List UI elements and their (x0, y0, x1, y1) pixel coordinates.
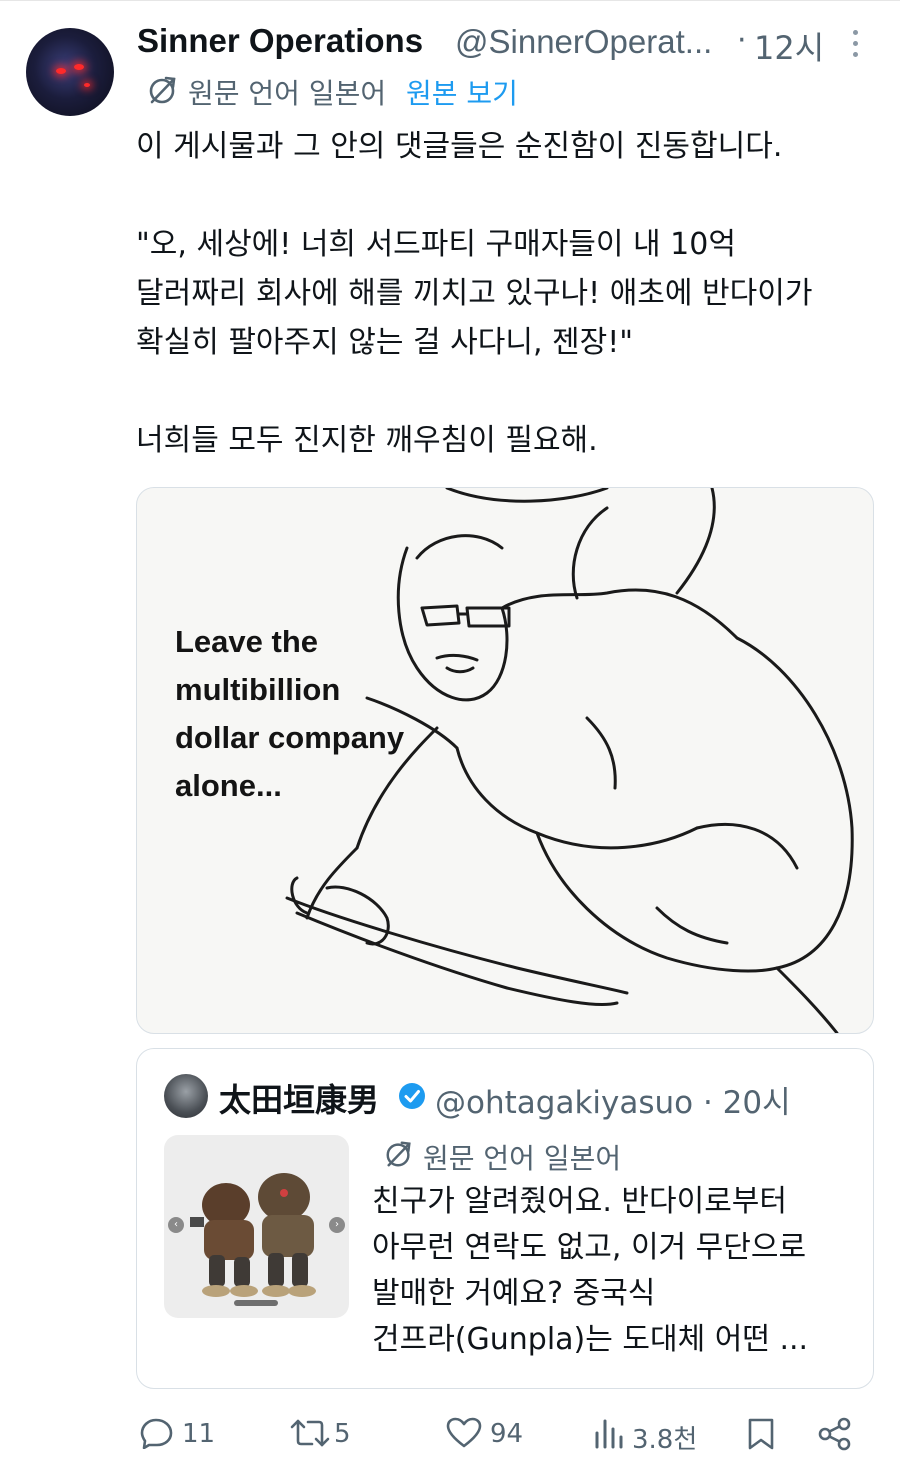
time-separator: · (737, 23, 747, 58)
retweet-icon (290, 1419, 330, 1447)
quote-line: 건프라(Gunpla)는 도대체 어떤 ... (372, 1322, 809, 1357)
top-divider (0, 0, 900, 1)
bookmark-button[interactable] (746, 1413, 780, 1453)
like-icon (446, 1417, 482, 1448)
quote-translation-label: 원문 언어 일본어 (423, 1142, 622, 1175)
author-name[interactable]: Sinner Operations (137, 22, 423, 60)
quote-line: 발매한 거예요? 중국식 (372, 1276, 656, 1311)
retweet-button[interactable]: 5 (290, 1413, 370, 1453)
next-arrow-icon[interactable]: › (329, 1217, 345, 1233)
quote-body: 친구가 알려줬어요. 반다이로부터 아무런 연락도 없고, 이거 무단으로 발매… (372, 1179, 852, 1363)
translate-icon (386, 1141, 411, 1167)
views-count: 3.8천 (632, 1425, 698, 1455)
views-icon (595, 1419, 623, 1449)
translation-label: 원문 언어 일본어 (188, 77, 387, 110)
quote-thumbnail[interactable]: ‹ › (164, 1135, 349, 1318)
more-icon[interactable] (853, 30, 861, 60)
author-handle[interactable]: @SinnerOperat... (455, 23, 712, 61)
figure-image (190, 1173, 316, 1297)
quote-line: 친구가 알려줬어요. 반다이로부터 (372, 1184, 788, 1219)
avatar-glow (84, 83, 90, 87)
show-original-link[interactable]: 원본 보기 (406, 72, 518, 112)
views-button[interactable]: 3.8천 (594, 1413, 704, 1455)
reply-icon (140, 1418, 173, 1449)
tweet-line: "오, 세상에! 너희 서드파티 구매자들이 내 10억 (136, 227, 736, 262)
quote-author-name[interactable]: 太田垣康男 (219, 1075, 379, 1121)
share-icon (818, 1417, 851, 1451)
tweet-line: 달러짜리 회사에 해를 끼치고 있구나! 애초에 반다이가 (136, 276, 813, 311)
tweet-line: 확실히 팔아주지 않는 걸 사다니, 젠장!" (136, 325, 634, 360)
reply-button[interactable]: 11 (140, 1413, 220, 1453)
quote-line: 아무런 연락도 없고, 이거 무단으로 (372, 1230, 807, 1265)
translate-icon (149, 76, 176, 104)
avatar-glow (56, 68, 66, 74)
quote-author-avatar[interactable] (164, 1074, 208, 1118)
avatar-glow (74, 64, 84, 70)
bookmark-icon (748, 1418, 774, 1450)
like-button[interactable]: 94 (446, 1413, 536, 1453)
tweet-header: Sinner Operations @SinnerOperat... · 12시 (137, 22, 877, 69)
meme-image[interactable]: Leave the multibillion dollar company al… (136, 487, 874, 1034)
reply-count: 11 (182, 1419, 216, 1449)
share-button[interactable] (818, 1413, 854, 1453)
carousel-dots (234, 1300, 278, 1306)
like-count: 94 (490, 1419, 524, 1449)
post-time[interactable]: 12시 (754, 23, 824, 69)
quoted-tweet[interactable]: 太田垣康男 @ohtagakiyasuo · 20시 ‹ › 원문 언어 일본어… (136, 1048, 874, 1389)
tweet-line: 이 게시물과 그 안의 댓글들은 순진함이 진동합니다. (136, 129, 783, 164)
author-avatar[interactable] (26, 28, 114, 116)
tweet-line: 너희들 모두 진지한 깨우침이 필요해. (136, 423, 598, 458)
action-bar: 11 5 94 3.8천 (136, 1405, 876, 1461)
verified-icon (399, 1083, 425, 1109)
meme-caption: Leave the multibillion dollar company al… (175, 624, 405, 803)
quote-handle-time[interactable]: @ohtagakiyasuo · 20시 (435, 1077, 791, 1122)
prev-arrow-icon[interactable]: ‹ (168, 1217, 184, 1233)
tweet-body: 이 게시물과 그 안의 댓글들은 순진함이 진동합니다. "오, 세상에! 너희… (136, 122, 876, 465)
retweet-count: 5 (334, 1419, 351, 1449)
